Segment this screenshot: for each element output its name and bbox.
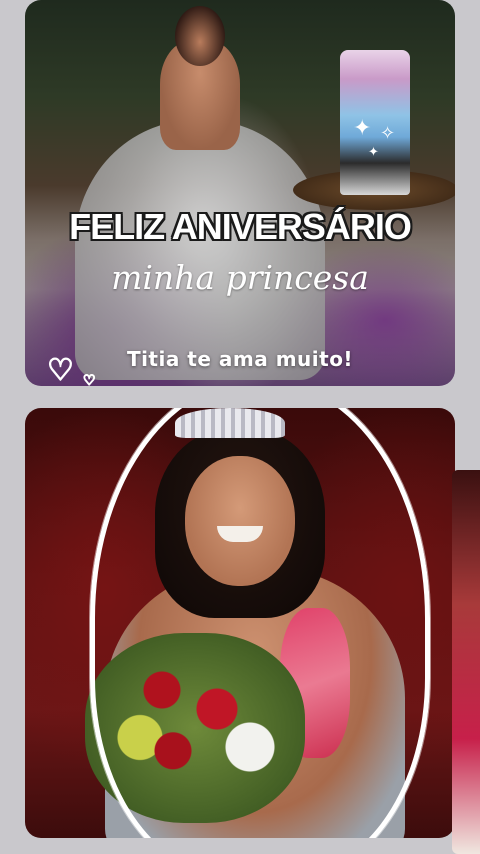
- girl-head-region: [175, 6, 225, 66]
- white-sticker-outline: [90, 408, 430, 838]
- heart-icon: ♡: [46, 353, 74, 386]
- tagline-text: Titia te ama muito!: [126, 347, 354, 371]
- birthday-headline: FELIZ ANIVERSÁRIO: [69, 206, 412, 247]
- sparkle-icon: ✦: [353, 116, 372, 141]
- birthday-cake-region: [340, 50, 410, 195]
- top-photo-card[interactable]: ✦ ✧ ✦ FELIZ ANIVERSÁRIO minha princesa T…: [25, 0, 455, 386]
- heart-icon: ♡: [82, 373, 96, 386]
- script-subtitle: minha princesa: [111, 258, 369, 297]
- story-viewer: { "top_card": { "headline": "FELIZ ANIVE…: [0, 0, 480, 854]
- next-slide-preview[interactable]: [452, 470, 480, 854]
- sparkle-icon: ✧: [380, 123, 396, 144]
- ballgown-photo-region: [75, 120, 325, 380]
- sparkle-icon: ✦: [368, 145, 379, 160]
- bottom-photo-card[interactable]: [25, 408, 455, 838]
